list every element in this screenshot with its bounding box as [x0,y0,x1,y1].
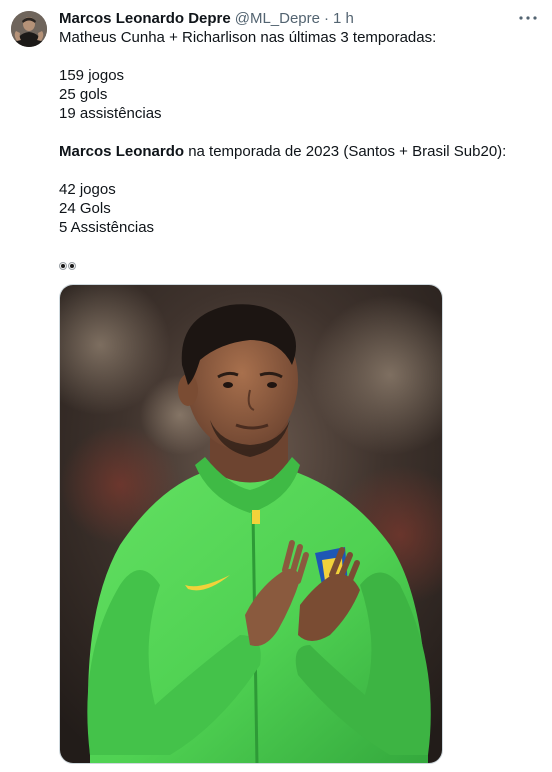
tweet-header: Marcos Leonardo Depre @ML_Depre · 1 h [59,9,354,29]
tweet-text: Matheus Cunha + Richarlison nas últimas … [59,28,529,275]
text-line: 5 Assistências [59,219,155,236]
author-handle[interactable]: @ML_Depre [235,9,320,29]
author-display-name[interactable]: Marcos Leonardo Depre [59,9,231,29]
separator-dot: · [323,10,329,27]
more-options-button[interactable] [516,8,540,28]
text-line: 42 jogos [59,181,116,198]
tweet-timestamp[interactable]: 1 h [333,9,354,29]
text-line: Matheus Cunha + Richarlison nas últimas … [59,29,437,46]
bold-name: Marcos Leonardo [59,143,185,160]
eyes-emoji-icon [59,257,76,276]
tweet-media-image[interactable] [59,284,443,764]
avatar[interactable] [11,11,47,47]
text-line: Marcos Leonardo na temporada de 2023 (Sa… [59,142,529,161]
text-line: 159 jogos [59,67,125,84]
text-line: 19 assistências [59,105,162,122]
avatar-image [11,11,47,47]
text-line: 24 Gols [59,200,111,217]
text-line: 25 gols [59,86,108,103]
more-horizontal-icon [519,16,537,20]
tweet[interactable]: Marcos Leonardo Depre @ML_Depre · 1 h Ma… [0,0,552,772]
player-photo [60,285,442,763]
emoji-line [59,256,529,275]
text-line-rest: na temporada de 2023 (Santos + Brasil Su… [184,143,507,160]
